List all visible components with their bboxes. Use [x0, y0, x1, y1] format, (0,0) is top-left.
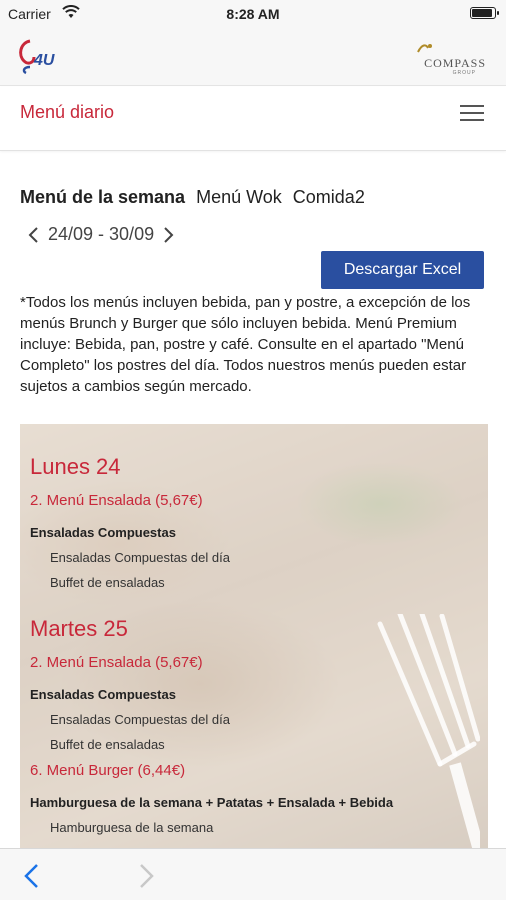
menu-list: Lunes 24 2. Menú Ensalada (5,67€) Ensala… [20, 424, 488, 854]
nav-bar: Menú diario [0, 87, 506, 151]
menu-category: Ensaladas Compuestas [30, 687, 176, 702]
day-block: Lunes 24 2. Menú Ensalada (5,67€) Ensala… [30, 454, 478, 590]
dish-item: Hamburguesa de la semana [50, 820, 214, 835]
week-navigator: 24/09 - 30/09 [24, 224, 178, 245]
menu-category: Hamburguesa de la semana + Patatas + Ens… [30, 795, 394, 810]
clock: 8:28 AM [226, 6, 280, 22]
menu-type: 2. Menú Ensalada (5,67€) [30, 654, 203, 671]
tab-comida2[interactable]: Comida2 [293, 187, 365, 208]
download-excel-button[interactable]: Descargar Excel [321, 251, 484, 289]
compass-logo: COMPASS [424, 56, 486, 70]
back-arrow-icon[interactable] [22, 863, 42, 889]
forward-arrow-icon[interactable] [136, 863, 156, 889]
page-title: Menú diario [20, 102, 115, 122]
dish-item: Ensaladas Compuestas del día [50, 712, 230, 727]
menu-type: 2. Menú Ensalada (5,67€) [30, 492, 203, 509]
menu-type: 6. Menú Burger (6,44€) [30, 762, 186, 779]
week-range: 24/09 - 30/09 [48, 224, 155, 244]
menu-category: Ensaladas Compuestas [30, 525, 176, 540]
battery-icon [470, 7, 499, 19]
browser-toolbar [0, 848, 506, 900]
chevron-left-icon[interactable] [24, 225, 44, 245]
app-logo-text: 4U [33, 52, 55, 69]
compass-logo-sub: GROUP [452, 70, 476, 76]
tab-menu-semana[interactable]: Menú de la semana [20, 187, 185, 208]
brand-bar: 4U COMPASS GROUP [0, 28, 506, 86]
tab-menu-wok[interactable]: Menú Wok [196, 187, 282, 208]
menu-panel: Lunes 24 2. Menú Ensalada (5,67€) Ensala… [20, 424, 488, 854]
status-bar: Carrier 8:28 AM [0, 0, 506, 28]
dish-item: Buffet de ensaladas [50, 737, 165, 752]
day-title: Martes 25 [30, 616, 128, 641]
day-block: Martes 25 2. Menú Ensalada (5,67€) Ensal… [30, 616, 478, 835]
dish-item: Buffet de ensaladas [50, 575, 165, 590]
day-title: Lunes 24 [30, 454, 121, 479]
hamburger-menu-icon[interactable] [460, 103, 486, 123]
menu-disclaimer: *Todos los menús incluyen bebida, pan y … [20, 294, 471, 395]
app-logo: 4U [19, 39, 55, 75]
dish-item: Ensaladas Compuestas del día [50, 550, 230, 565]
chevron-right-icon[interactable] [158, 225, 178, 245]
menu-tabs: Menú de la semana Menú Wok Comida2 [20, 187, 371, 208]
